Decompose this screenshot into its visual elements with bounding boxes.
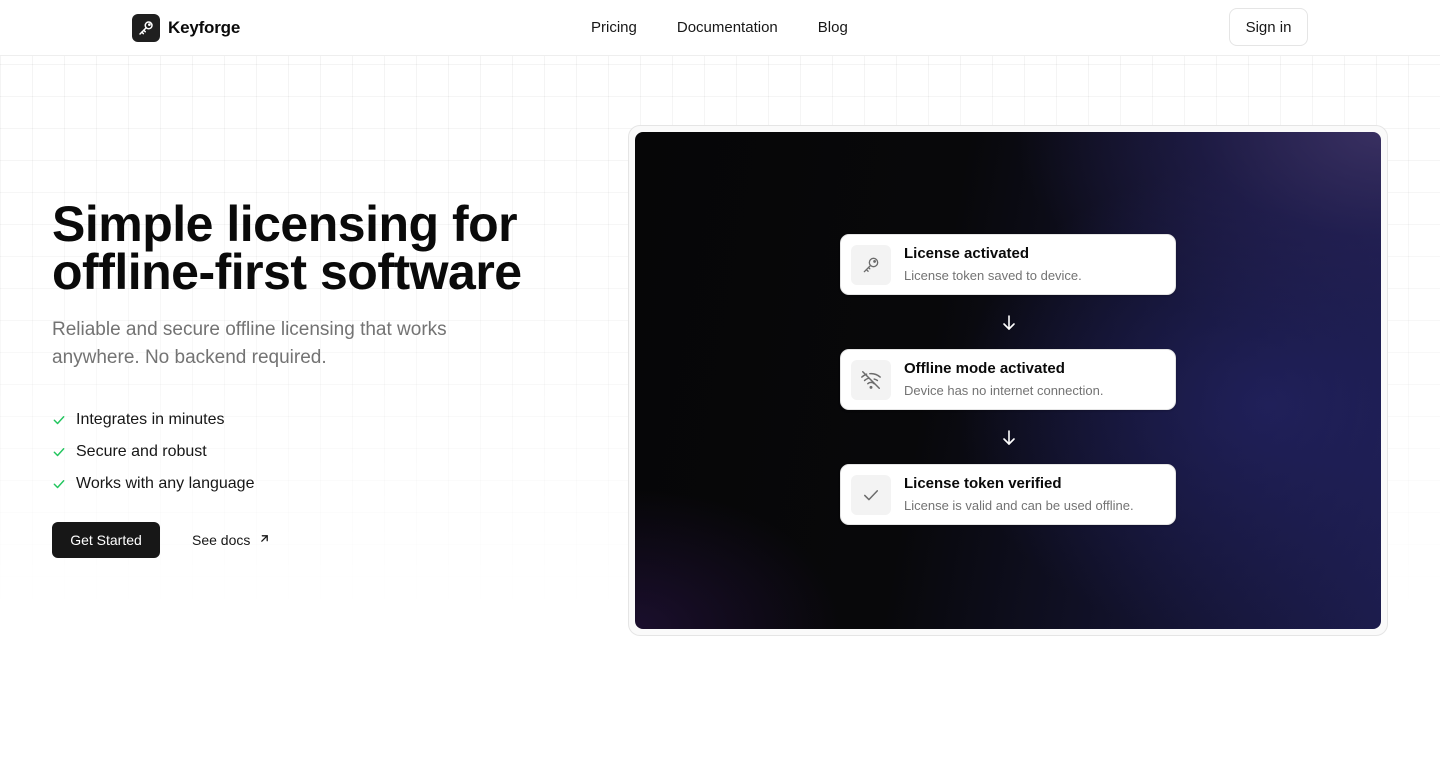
hero-subtitle: Reliable and secure offline licensing th… <box>52 319 447 368</box>
wifi-off-icon <box>851 359 891 400</box>
nav-link-blog[interactable]: Blog <box>818 18 848 38</box>
step-card-offline-mode: Offline mode activated Device has no int… <box>840 349 1176 410</box>
see-docs-link[interactable]: See docs <box>192 532 271 548</box>
check-icon <box>52 413 66 427</box>
hero-title: Simple licensing for offline-first softw… <box>52 199 612 297</box>
nav-link-pricing[interactable]: Pricing <box>591 18 637 38</box>
feature-item: Integrates in minutes <box>52 404 612 436</box>
site-header: Keyforge Pricing Documentation Blog Sign… <box>0 0 1440 56</box>
feature-list: Integrates in minutes Secure and robust … <box>52 404 612 500</box>
step-description: License token saved to device. <box>904 268 1082 283</box>
preview-panel: License activated License token saved to… <box>635 132 1381 629</box>
step-text: License activated License token saved to… <box>904 245 1082 284</box>
step-card-license-verified: License token verified License is valid … <box>840 464 1176 525</box>
step-title: License activated <box>904 245 1030 262</box>
step-description: License is valid and can be used offline… <box>904 498 1134 513</box>
key-icon <box>851 244 891 285</box>
step-description: Device has no internet connection. <box>904 383 1104 398</box>
feature-item: Secure and robust <box>52 436 612 468</box>
sign-in-button[interactable]: Sign in <box>1229 8 1308 46</box>
check-icon <box>851 474 891 515</box>
main-nav: Pricing Documentation Blog <box>591 18 848 38</box>
arrow-down-icon <box>1001 314 1017 332</box>
preview-frame: License activated License token saved to… <box>628 125 1388 636</box>
see-docs-label: See docs <box>192 532 251 548</box>
key-icon <box>132 14 160 42</box>
get-started-button[interactable]: Get Started <box>52 522 160 558</box>
step-card-license-activated: License activated License token saved to… <box>840 234 1176 295</box>
step-title: Offline mode activated <box>904 360 1065 377</box>
step-title: License token verified <box>904 475 1062 492</box>
feature-label: Integrates in minutes <box>76 411 225 428</box>
hero-title-line-2: offline-first software <box>52 244 522 300</box>
feature-item: Works with any language <box>52 468 612 500</box>
feature-label: Secure and robust <box>76 443 207 460</box>
check-icon <box>52 477 66 491</box>
brand-name: Keyforge <box>168 18 241 37</box>
hero-section: Simple licensing for offline-first softw… <box>52 199 612 500</box>
feature-label: Works with any language <box>76 475 255 492</box>
check-icon <box>52 445 66 459</box>
brand-link[interactable]: Keyforge <box>132 14 240 42</box>
step-text: Offline mode activated Device has no int… <box>904 360 1103 399</box>
step-text: License token verified License is valid … <box>904 475 1134 514</box>
cta-row: Get Started See docs <box>52 522 271 558</box>
nav-link-documentation[interactable]: Documentation <box>677 18 778 38</box>
arrow-up-right-icon <box>258 532 271 548</box>
arrow-down-icon <box>1001 429 1017 447</box>
